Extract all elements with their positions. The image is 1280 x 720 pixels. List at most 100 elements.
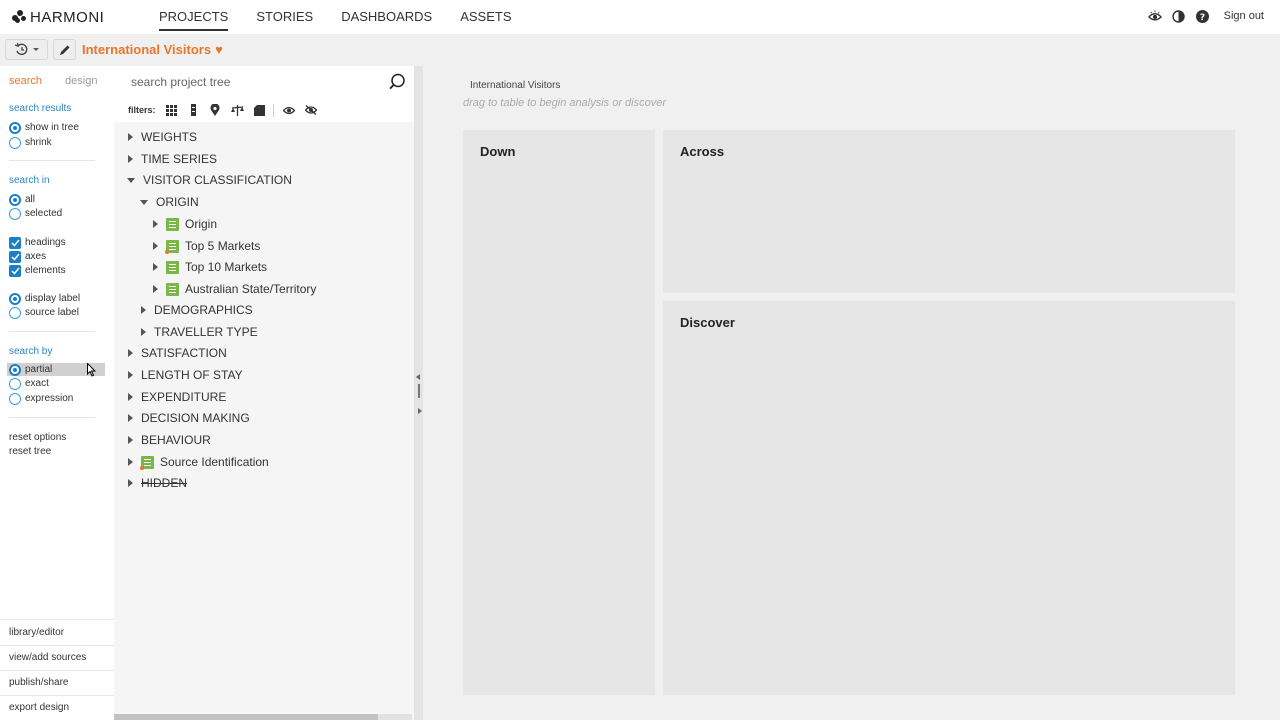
tab-search[interactable]: search — [9, 75, 42, 87]
harmoni-logo[interactable]: HARMONI — [12, 8, 104, 26]
radio-empty-icon — [9, 392, 21, 405]
drag-handle-icon[interactable] — [418, 384, 420, 398]
search-icon[interactable] — [389, 73, 406, 95]
tree-search-bar — [114, 66, 414, 98]
tree-node-top-5-markets[interactable]: Top 5 Markets — [153, 238, 260, 254]
nav-dashboards[interactable]: DASHBOARDS — [341, 0, 432, 34]
radio-selected-icon — [9, 121, 21, 134]
collapse-left-icon[interactable] — [416, 374, 420, 380]
expand-arrow-icon[interactable] — [128, 155, 133, 163]
visible-eye-icon[interactable] — [283, 104, 296, 117]
checkbox-headings[interactable]: headings — [9, 236, 66, 249]
radio-display-label[interactable]: display label — [9, 292, 80, 305]
tree-node-satisfaction[interactable]: SATISFACTION — [128, 345, 227, 361]
expand-arrow-icon[interactable] — [153, 220, 158, 228]
eye-icon[interactable] — [1147, 9, 1162, 23]
tree-node-weights[interactable]: WEIGHTS — [128, 129, 197, 145]
contrast-icon[interactable] — [1172, 9, 1186, 23]
heart-icon[interactable]: ♥ — [215, 42, 223, 57]
export-design-link[interactable]: export design — [9, 702, 69, 713]
expand-arrow-icon[interactable] — [128, 393, 133, 401]
pencil-icon — [59, 45, 69, 55]
project-title: International Visitors ♥ — [82, 42, 223, 57]
tree-node-visitor-classification[interactable]: VISITOR CLASSIFICATION — [127, 172, 292, 188]
tree-node-source-identification[interactable]: Source Identification — [128, 454, 269, 470]
expand-arrow-icon[interactable] — [141, 306, 146, 314]
collapse-arrow-icon[interactable] — [127, 177, 135, 183]
horizontal-scrollbar[interactable] — [114, 714, 412, 720]
logo-mark-icon — [12, 10, 28, 24]
tree-node-hidden[interactable]: HIDDEN — [128, 475, 187, 491]
discover-drop-zone[interactable]: Discover — [663, 301, 1235, 695]
tree-search-input[interactable] — [114, 66, 384, 98]
radio-show-in-tree[interactable]: show in tree — [9, 121, 79, 134]
expand-arrow-icon[interactable] — [128, 371, 133, 379]
radio-label: source label — [25, 307, 79, 318]
radio-all[interactable]: all — [9, 193, 35, 206]
tree-node-label: Source Identification — [160, 455, 269, 469]
help-icon[interactable]: ? — [1196, 9, 1210, 23]
expand-arrow-icon[interactable] — [128, 436, 133, 444]
tree-node-decision-making[interactable]: DECISION MAKING — [128, 410, 250, 426]
radio-shrink[interactable]: shrink — [9, 136, 52, 149]
reset-options-link[interactable]: reset options — [9, 432, 66, 443]
folder-icon[interactable] — [253, 104, 266, 117]
collapse-arrow-icon[interactable] — [140, 199, 148, 205]
checkbox-axes[interactable]: axes — [9, 250, 46, 263]
hidden-eye-icon[interactable] — [305, 104, 318, 117]
expand-arrow-icon[interactable] — [141, 328, 146, 336]
tree-node-demographics[interactable]: DEMOGRAPHICS — [141, 302, 253, 318]
library-editor-link[interactable]: library/editor — [9, 627, 64, 638]
tree-node-origin[interactable]: Origin — [153, 216, 217, 232]
tree-node-expenditure[interactable]: EXPENDITURE — [128, 389, 226, 405]
expand-arrow-icon[interactable] — [128, 479, 133, 487]
reset-tree-link[interactable]: reset tree — [9, 446, 51, 457]
radio-exact[interactable]: exact — [9, 377, 49, 390]
across-drop-zone[interactable]: Across — [663, 130, 1235, 293]
scale-icon[interactable] — [230, 104, 244, 117]
tree-node-label: HIDDEN — [141, 476, 188, 490]
sign-out-link[interactable]: Sign out — [1224, 10, 1264, 22]
divider — [0, 619, 114, 620]
publish-share-link[interactable]: publish/share — [9, 677, 68, 688]
radio-source-label[interactable]: source label — [9, 306, 79, 319]
nav-assets[interactable]: ASSETS — [460, 0, 511, 34]
checkbox-elements[interactable]: elements — [9, 264, 66, 277]
view-add-sources-link[interactable]: view/add sources — [9, 652, 86, 663]
tree-node-traveller-type[interactable]: TRAVELLER TYPE — [141, 324, 258, 340]
panel-splitter[interactable] — [414, 66, 423, 720]
expand-right-icon[interactable] — [418, 408, 422, 414]
expand-arrow-icon[interactable] — [128, 458, 133, 466]
tree-node-time-series[interactable]: TIME SERIES — [128, 151, 217, 167]
radio-partial[interactable]: partial — [9, 363, 52, 376]
radio-expression[interactable]: expression — [9, 392, 73, 405]
tree-node-origin-folder[interactable]: ORIGIN — [140, 194, 199, 210]
tree-node-length-of-stay[interactable]: LENGTH OF STAY — [128, 367, 243, 383]
tree-node-behaviour[interactable]: BEHAVIOUR — [128, 432, 211, 448]
down-drop-zone[interactable]: Down — [463, 130, 655, 695]
expand-arrow-icon[interactable] — [128, 349, 133, 357]
tree-node-australian-state[interactable]: Australian State/Territory — [153, 281, 316, 297]
tree-node-label: Top 5 Markets — [185, 239, 261, 253]
radio-empty-icon — [9, 377, 21, 390]
expand-arrow-icon[interactable] — [128, 133, 133, 141]
edit-title-button[interactable] — [53, 39, 76, 60]
tab-design[interactable]: design — [65, 75, 97, 87]
derived-element-icon — [140, 455, 154, 470]
logo-text: HARMONI — [30, 8, 105, 26]
radio-selected[interactable]: selected — [9, 207, 62, 220]
history-dropdown-button[interactable] — [5, 39, 48, 60]
expand-arrow-icon[interactable] — [128, 414, 133, 422]
nav-stories[interactable]: STORIES — [256, 0, 313, 34]
expand-arrow-icon[interactable] — [153, 263, 158, 271]
map-pin-icon[interactable] — [209, 104, 222, 117]
nav-projects[interactable]: PROJECTS — [159, 0, 229, 34]
column-filter-icon[interactable] — [187, 104, 200, 117]
expand-arrow-icon[interactable] — [153, 285, 158, 293]
table-filter-icon[interactable] — [165, 104, 178, 117]
expand-arrow-icon[interactable] — [153, 242, 158, 250]
tree-node-top-10-markets[interactable]: Top 10 Markets — [153, 259, 267, 275]
tree-node-label: WEIGHTS — [141, 130, 197, 144]
scrollbar-thumb[interactable] — [114, 714, 378, 720]
across-label: Across — [680, 144, 725, 159]
